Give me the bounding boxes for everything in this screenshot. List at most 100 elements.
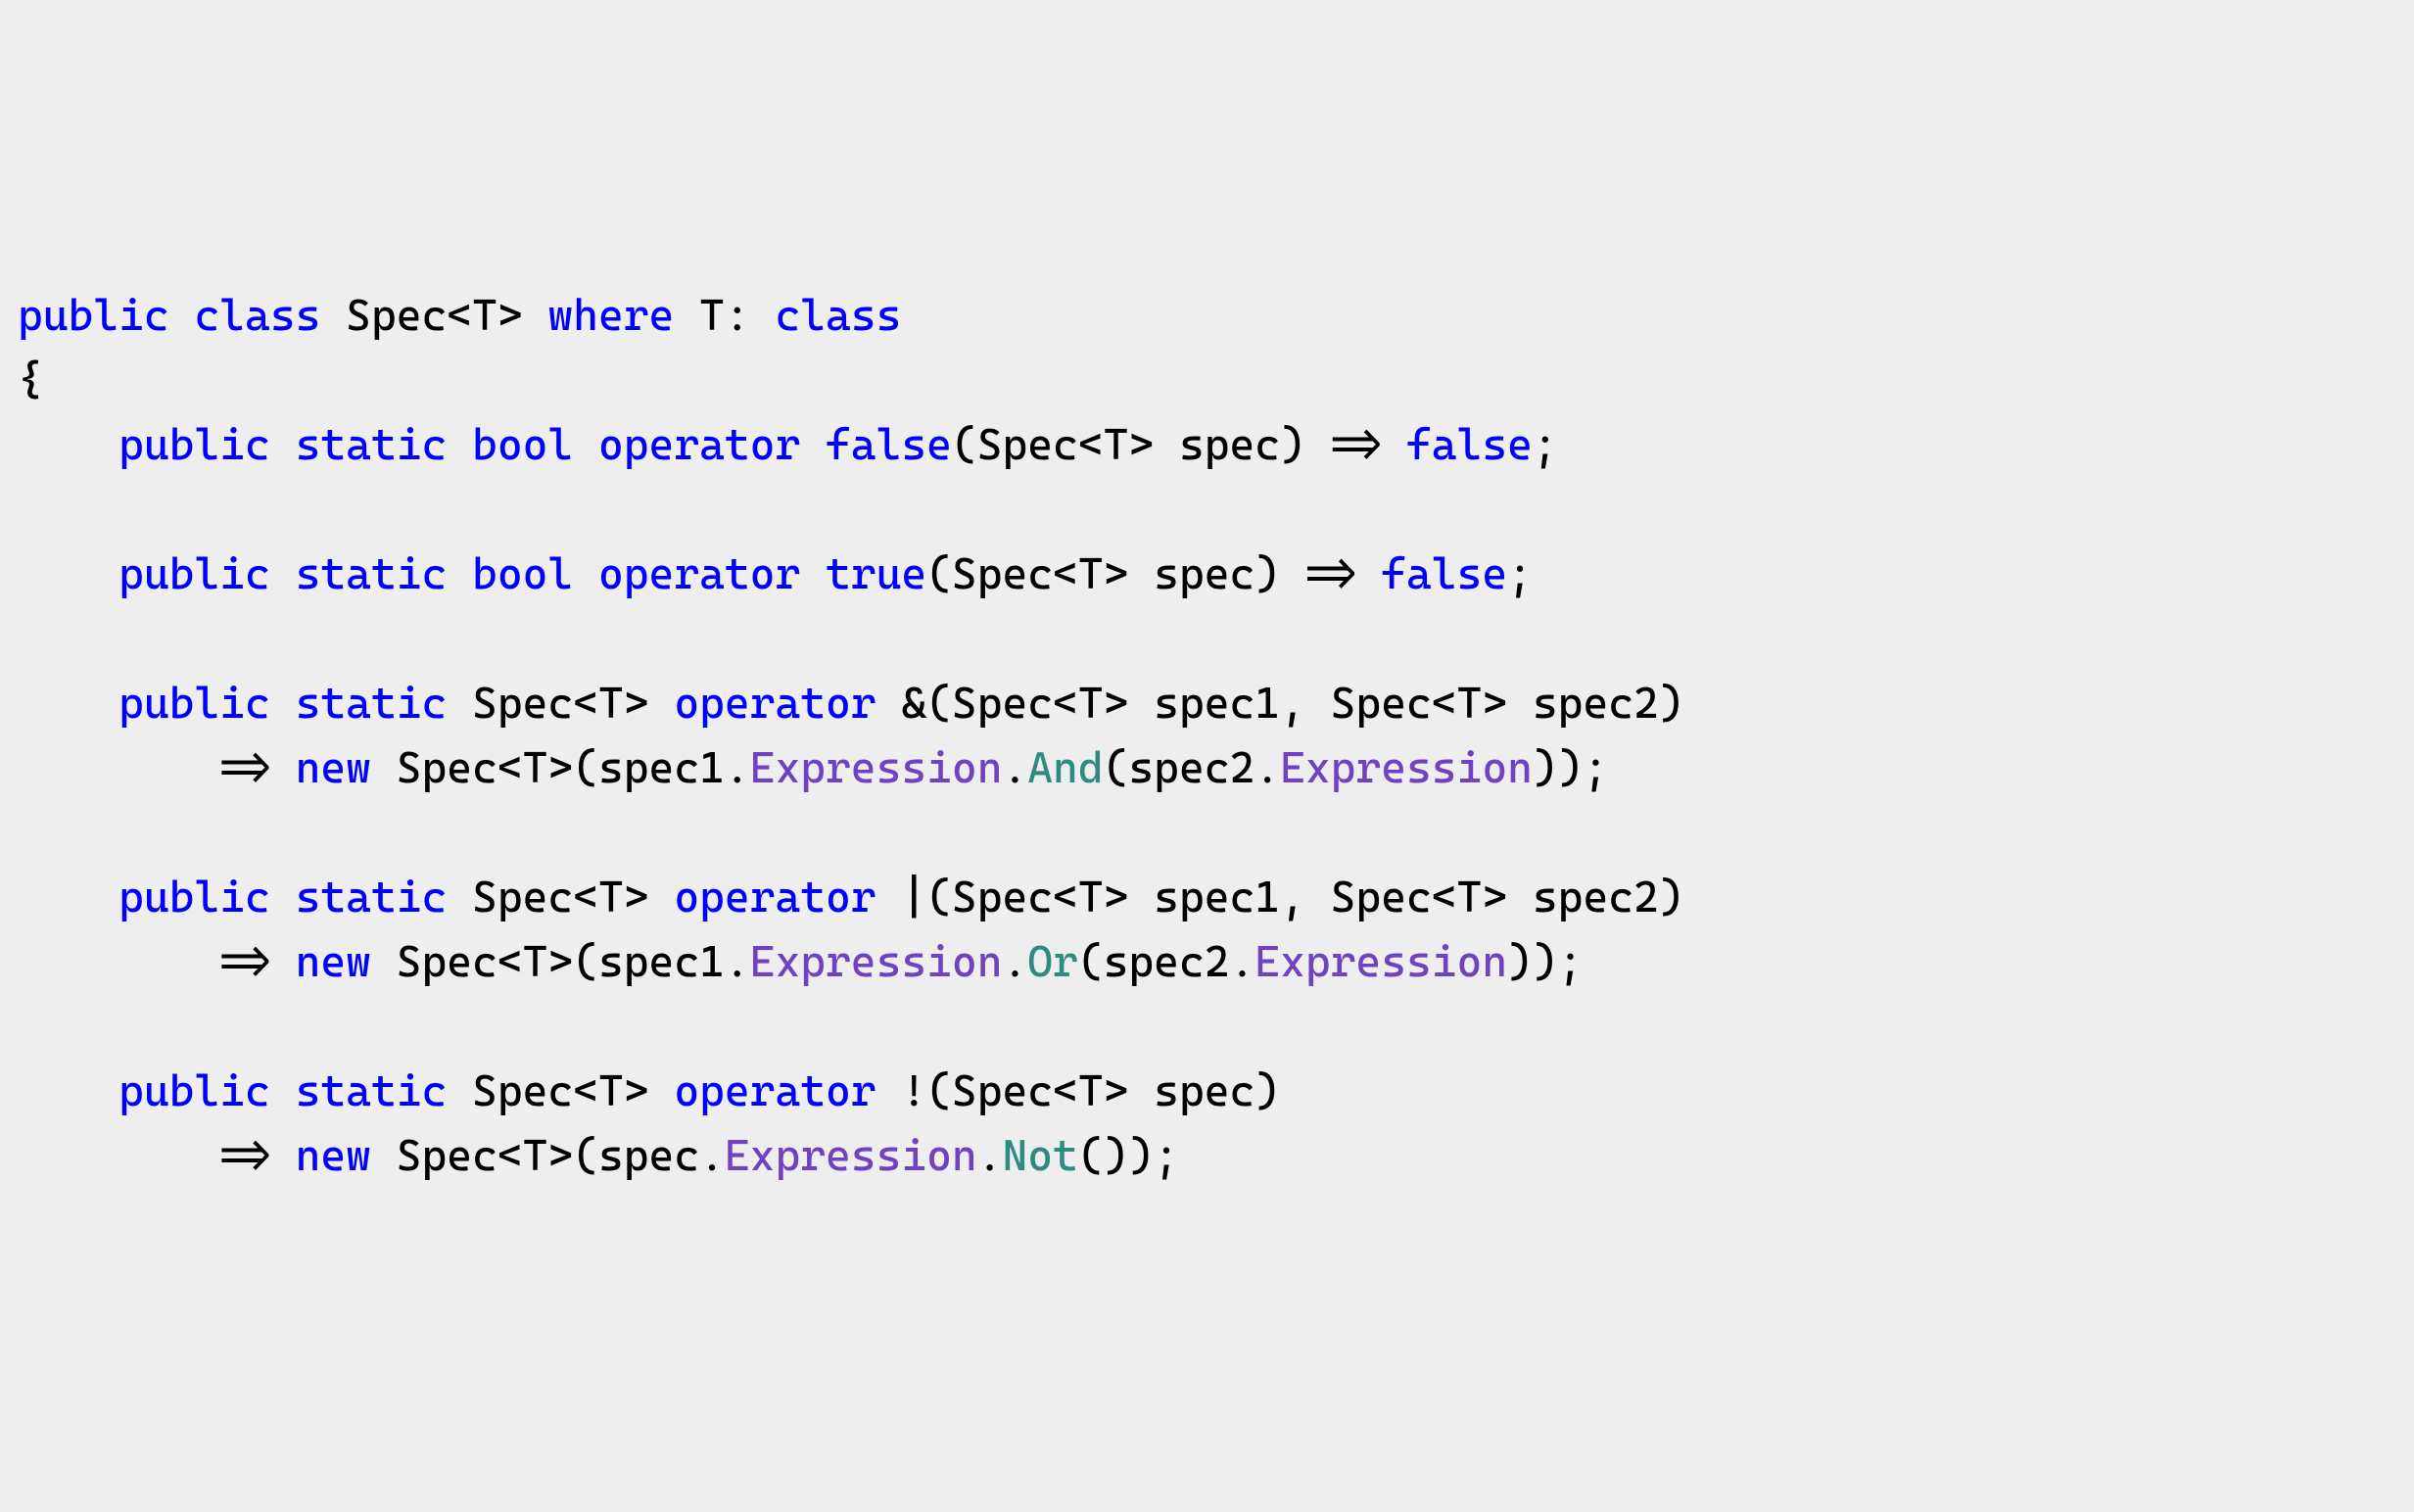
keyword-operator: operator <box>674 873 876 922</box>
open-brace: { <box>18 355 43 405</box>
type-spec: Spec <box>952 873 1053 922</box>
keyword-where: where <box>547 291 674 341</box>
space <box>876 1066 902 1116</box>
space <box>876 873 902 922</box>
type-spec: Spec <box>952 1066 1053 1116</box>
space <box>371 937 397 987</box>
op-and-decl-line1: public static Spec<T> operator &(Spec<T>… <box>18 679 1684 729</box>
lparen: ( <box>926 679 952 729</box>
arrow: => <box>1280 549 1381 599</box>
type-param-t: T <box>1078 679 1104 729</box>
rparen: ) <box>1104 1131 1129 1181</box>
rparen: ) <box>1507 937 1533 987</box>
op-false-decl: public static bool operator false(Spec<T… <box>18 420 1558 470</box>
comma: , <box>1280 679 1331 729</box>
type-spec: Spec <box>472 873 573 922</box>
param-spec: spec <box>1154 1066 1254 1116</box>
indent <box>18 420 118 470</box>
member-expression: Expression <box>725 1131 977 1181</box>
param-spec2: spec2 <box>1533 679 1659 729</box>
code-line-1: public class Spec<T> where T: class <box>18 291 901 341</box>
type-spec: Spec <box>952 549 1053 599</box>
indent <box>18 873 118 922</box>
lparen: ( <box>952 420 977 470</box>
lparen: ( <box>573 1131 598 1181</box>
space <box>447 1066 472 1116</box>
keyword-false: false <box>1406 420 1533 470</box>
op-not-decl-line2: => new Spec<T>(spec.Expression.Not()); <box>18 1131 1179 1181</box>
lparen: ( <box>1104 743 1129 793</box>
angle-close: > <box>1104 1066 1129 1116</box>
angle-open: < <box>497 937 523 987</box>
colon: : <box>725 291 776 341</box>
angle-open: < <box>1053 873 1078 922</box>
angle-close: > <box>1104 873 1129 922</box>
keyword-static: static <box>296 420 448 470</box>
type-spec: Spec <box>1331 873 1432 922</box>
space <box>270 1066 296 1116</box>
semicolon: ; <box>1507 549 1533 599</box>
op-or-decl-line2: => new Spec<T>(spec1.Expression.Or(spec2… <box>18 937 1583 987</box>
keyword-true: true <box>826 549 926 599</box>
rparen: ) <box>1254 549 1280 599</box>
lparen: ( <box>1078 937 1104 987</box>
rparen: ) <box>1659 873 1684 922</box>
member-expression: Expression <box>1254 937 1507 987</box>
ident-spec1: spec1 <box>598 743 725 793</box>
space <box>1128 1066 1154 1116</box>
type-param-t: T <box>1078 1066 1104 1116</box>
arrow: => <box>219 937 295 987</box>
arrow: => <box>219 743 295 793</box>
op-and-decl-line2: => new Spec<T>(spec1.Expression.And(spec… <box>18 743 1608 793</box>
space <box>447 549 472 599</box>
member-expression: Expression <box>750 743 1003 793</box>
op-true-decl: public static bool operator true(Spec<T>… <box>18 549 1533 599</box>
type-param-t: T <box>523 743 548 793</box>
type-param-t: T <box>598 873 624 922</box>
angle-close: > <box>497 291 523 341</box>
angle-open: < <box>1053 1066 1078 1116</box>
lparen: ( <box>573 743 598 793</box>
keyword-static: static <box>296 679 448 729</box>
keyword-public: public <box>118 549 270 599</box>
semicolon: ; <box>1533 420 1558 470</box>
method-and: And <box>1027 743 1103 793</box>
rparen: ) <box>1558 743 1584 793</box>
space <box>1154 420 1179 470</box>
type-spec: Spec <box>397 937 497 987</box>
dot: . <box>725 743 750 793</box>
indent <box>18 743 219 793</box>
rparen: ) <box>1659 679 1684 729</box>
type-param-t: T <box>523 1131 548 1181</box>
angle-close: > <box>1128 420 1154 470</box>
type-spec: Spec <box>397 1131 497 1181</box>
class-name-spec: Spec <box>346 291 447 341</box>
angle-close: > <box>547 743 573 793</box>
param-spec1: spec1 <box>1154 679 1280 729</box>
space <box>270 679 296 729</box>
type-param-t: T <box>472 291 497 341</box>
space <box>371 1131 397 1181</box>
type-param-t: T <box>598 679 624 729</box>
lparen: ( <box>573 937 598 987</box>
angle-open: < <box>497 1131 523 1181</box>
type-param-t: T <box>699 291 725 341</box>
space <box>447 420 472 470</box>
type-spec: Spec <box>952 679 1053 729</box>
dot: . <box>1002 743 1027 793</box>
rparen: ) <box>1533 937 1558 987</box>
keyword-operator: operator <box>598 549 800 599</box>
method-or: Or <box>1027 937 1078 987</box>
param-spec: spec <box>1154 549 1254 599</box>
rparen: ) <box>1254 1066 1280 1116</box>
angle-open: < <box>573 1066 598 1116</box>
space <box>270 420 296 470</box>
semicolon: ; <box>1558 937 1584 987</box>
method-not: Not <box>1002 1131 1077 1181</box>
keyword-static: static <box>296 873 448 922</box>
lparen: ( <box>926 1066 952 1116</box>
keyword-false: false <box>826 420 952 470</box>
space <box>1507 679 1533 729</box>
ident-spec2: spec2 <box>1128 743 1254 793</box>
angle-open: < <box>1053 679 1078 729</box>
